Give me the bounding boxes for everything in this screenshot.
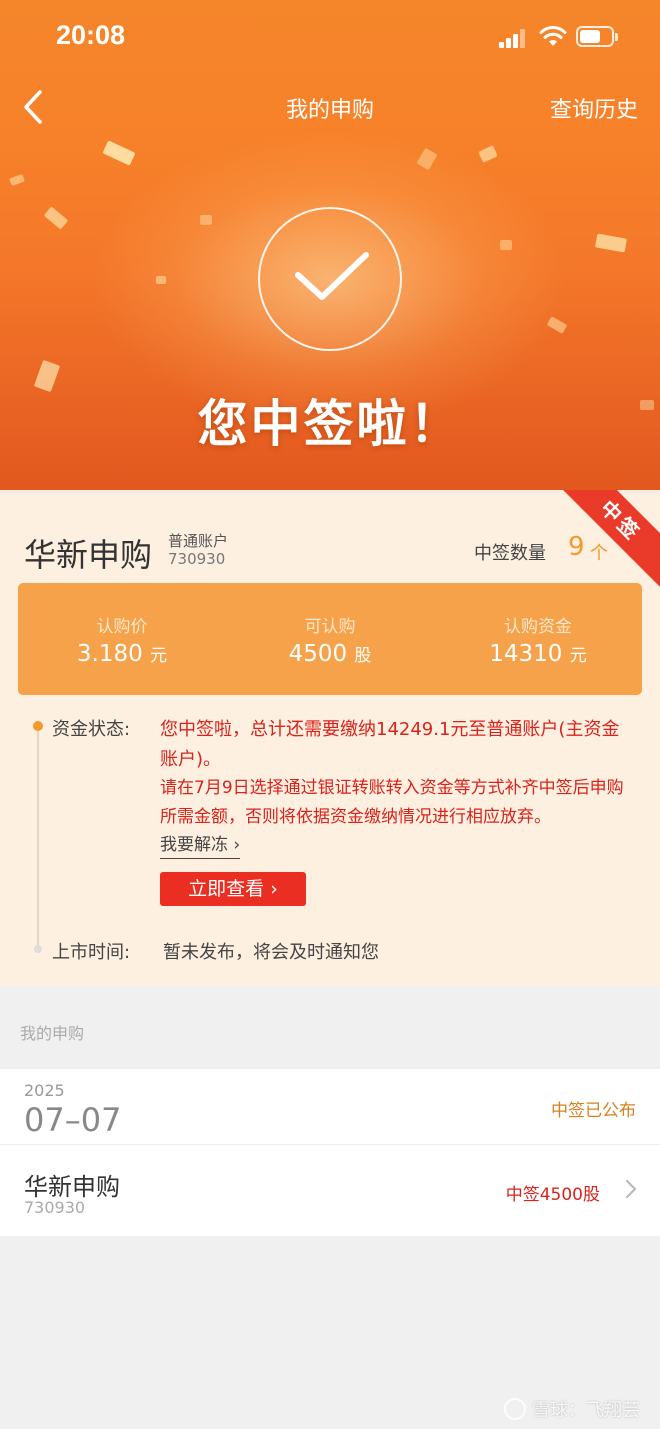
stat-value: 14310 元 [489, 641, 587, 667]
snowball-logo-icon [504, 1398, 526, 1420]
subscription-stats: 认购价 3.180 元 可认购 4500 股 认购资金 14310 元 [18, 583, 642, 695]
status-badge: 中签已公布 [551, 1101, 636, 1121]
allotment-card: 中签 华新申购 普通账户 730930 中签数量 9 个 认购价 3.180 元… [0, 490, 660, 986]
allotted-qty-label: 中签数量 [474, 543, 546, 564]
listing-time-value: 暂未发布，将会及时通知您 [163, 942, 379, 963]
stock-code: 730930 [168, 550, 226, 568]
confetti [500, 240, 512, 250]
list-year: 2025 [24, 1081, 65, 1100]
unfreeze-link[interactable]: 我要解冻 › [160, 830, 241, 859]
confetti [43, 206, 69, 230]
stock-name: 华新申购 [24, 536, 153, 574]
confetti [156, 276, 166, 284]
success-headline: 您中签啦！ [197, 395, 463, 453]
fund-status-message: 您中签啦，总计还需要缴纳14249.1元至普通账户(主资金账户)。 [160, 719, 620, 770]
stat-value: 4500 股 [288, 641, 372, 667]
chevron-right-icon: › [270, 878, 278, 900]
stat-value: 3.180 元 [76, 641, 168, 667]
listing-time-label: 上市时间: [52, 942, 131, 963]
timeline-line [37, 726, 39, 948]
chevron-right-icon [625, 1179, 637, 1199]
account-type: 普通账户 [168, 532, 229, 550]
nav-bar: 我的申购 查询历史 [0, 70, 660, 142]
stat-label: 可认购 [304, 617, 356, 637]
timeline-dot-active [33, 721, 43, 731]
fund-payment-notice: 请在7月9日选择通过银证转账转入资金等方式补齐中签后申购所需金额，否则将依据资金… [160, 778, 624, 827]
section-title: 我的申购 [20, 1024, 85, 1043]
status-time: 20:08 [56, 20, 126, 50]
view-now-button[interactable]: 立即查看 › [160, 872, 306, 906]
timeline-dot-pending [34, 945, 42, 953]
list-date: 07–07 [24, 1101, 122, 1139]
battery-icon [576, 26, 618, 47]
chevron-right-icon: › [233, 835, 241, 855]
wifi-icon [539, 26, 567, 46]
allotted-qty-value: 9 [568, 532, 585, 562]
item-allotment-result: 中签4500股 [505, 1185, 600, 1205]
header-banner: 20:08 我的申购 查询历史 您中签啦！ [0, 0, 660, 490]
status-bar: 20:08 [0, 0, 660, 70]
check-circle-icon [258, 207, 402, 351]
signal-icon [499, 28, 529, 48]
item-stock-name: 华新申购 [24, 1173, 120, 1201]
query-history-button[interactable]: 查询历史 [550, 92, 638, 124]
stat-label: 认购资金 [504, 617, 572, 637]
list-item[interactable]: 华新申购 730930 中签4500股 [0, 1145, 660, 1236]
watermark: 雪球：飞翔芸 [504, 1396, 640, 1422]
subscription-list: 2025 07–07 中签已公布 华新申购 730930 中签4500股 [0, 1069, 660, 1236]
stat-label: 认购价 [96, 617, 148, 637]
confetti [200, 215, 212, 225]
confetti [9, 173, 25, 187]
confetti [595, 233, 627, 253]
allotted-qty-unit: 个 [590, 543, 608, 564]
fund-status-label: 资金状态: [52, 719, 131, 740]
item-stock-code: 730930 [24, 1198, 86, 1217]
